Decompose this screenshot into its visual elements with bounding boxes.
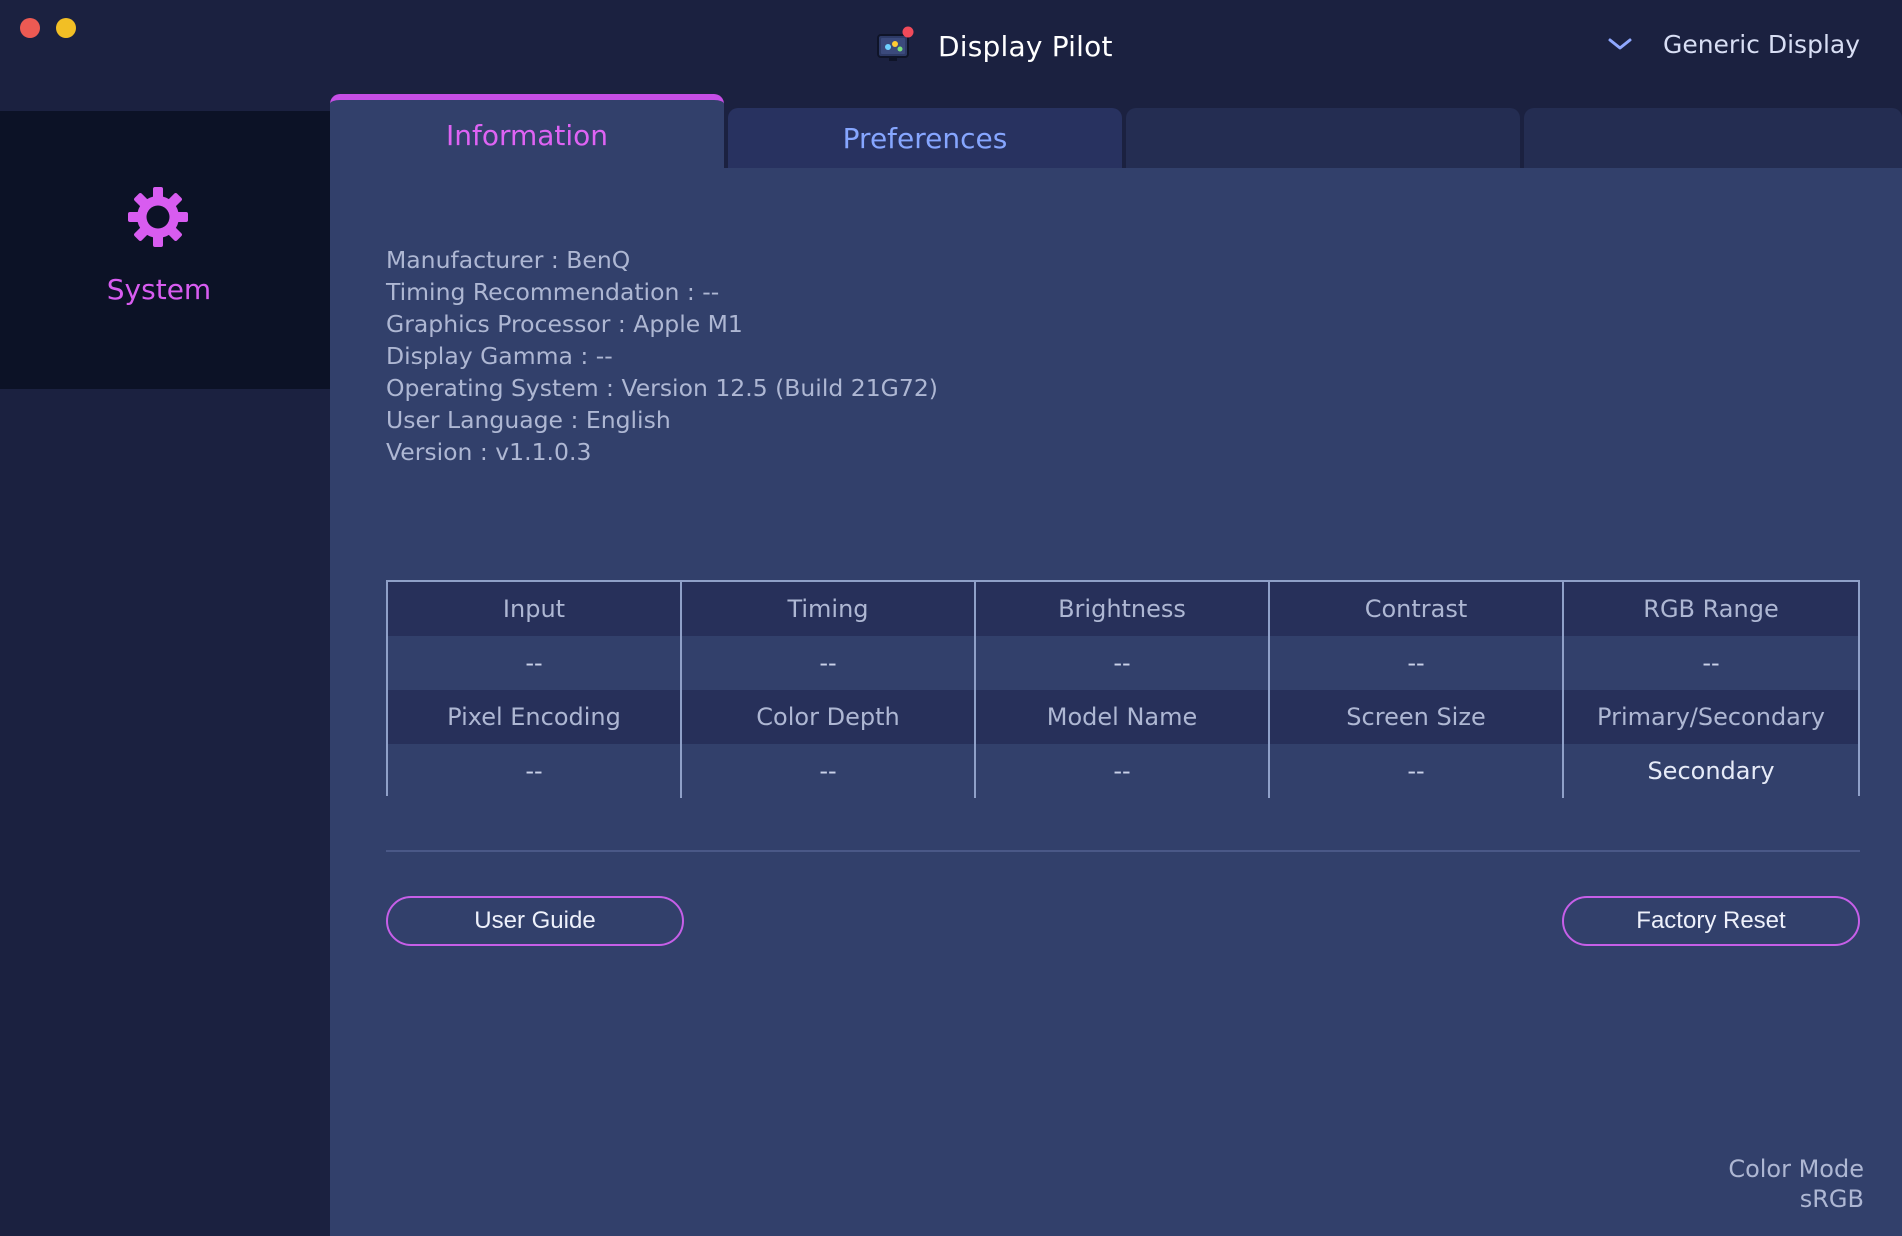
tab-empty-1 xyxy=(1126,108,1520,168)
table-header-color-depth: Color Depth xyxy=(682,690,976,744)
table-value-color-depth: -- xyxy=(682,744,976,798)
info-operating-system: Operating System : Version 12.5 (Build 2… xyxy=(386,374,938,402)
color-mode-label: Color Mode xyxy=(1728,1155,1864,1183)
table-header-contrast: Contrast xyxy=(1270,582,1564,636)
info-manufacturer: Manufacturer : BenQ xyxy=(386,246,631,274)
user-guide-button[interactable]: User Guide xyxy=(386,896,684,946)
table-header-pixel-encoding: Pixel Encoding xyxy=(388,690,682,744)
table-value-brightness: -- xyxy=(976,636,1270,690)
table-header-input: Input xyxy=(388,582,682,636)
section-divider xyxy=(386,850,1860,852)
tab-empty-2 xyxy=(1524,108,1902,168)
tab-information[interactable]: Information xyxy=(330,94,724,168)
table-value-model-name: -- xyxy=(976,744,1270,798)
table-value-input: -- xyxy=(388,636,682,690)
table-header-screen-size: Screen Size xyxy=(1270,690,1564,744)
chevron-down-icon xyxy=(1608,38,1632,50)
table-value-screen-size: -- xyxy=(1270,744,1564,798)
app-title: Display Pilot xyxy=(938,29,1113,63)
app-title-group: Display Pilot xyxy=(876,24,1113,68)
tab-bar: Information Preferences xyxy=(330,94,1902,168)
display-status-table: Input Timing Brightness Contrast RGB Ran… xyxy=(386,580,1860,798)
tab-label: Preferences xyxy=(842,121,1008,155)
table-value-pixel-encoding: -- xyxy=(388,744,682,798)
sidebar-item-system[interactable]: System xyxy=(0,111,330,389)
factory-reset-button[interactable]: Factory Reset xyxy=(1562,896,1860,946)
info-timing-recommendation: Timing Recommendation : -- xyxy=(386,278,720,306)
table-header-primary-secondary: Primary/Secondary xyxy=(1564,690,1858,744)
sidebar-item-label: System xyxy=(106,273,212,306)
display-selector[interactable]: Generic Display xyxy=(1607,22,1860,66)
system-info-list: Manufacturer : BenQ Timing Recommendatio… xyxy=(386,244,938,468)
info-graphics-processor: Graphics Processor : Apple M1 xyxy=(386,310,743,338)
window-minimize-button[interactable] xyxy=(56,18,76,38)
table-value-timing: -- xyxy=(682,636,976,690)
table-header-model-name: Model Name xyxy=(976,690,1270,744)
table-header-brightness: Brightness xyxy=(976,582,1270,636)
color-mode-status: Color Mode sRGB xyxy=(1728,1154,1864,1214)
table-header-rgb-range: RGB Range xyxy=(1564,582,1858,636)
info-version: Version : v1.1.0.3 xyxy=(386,438,592,466)
title-bar: Display Pilot Generic Display xyxy=(0,0,1902,94)
display-selector-label: Generic Display xyxy=(1662,29,1860,59)
color-mode-value: sRGB xyxy=(1799,1185,1864,1213)
table-header-timing: Timing xyxy=(682,582,976,636)
tab-label: Information xyxy=(445,118,609,152)
tab-preferences[interactable]: Preferences xyxy=(728,108,1122,168)
display-pilot-logo-icon xyxy=(877,26,914,61)
table-value-rgb-range: -- xyxy=(1564,636,1858,690)
info-user-language: User Language : English xyxy=(386,406,671,434)
table-value-primary-secondary: Secondary xyxy=(1564,744,1858,798)
window-close-button[interactable] xyxy=(20,18,40,38)
information-panel: Manufacturer : BenQ Timing Recommendatio… xyxy=(330,168,1902,1236)
gear-icon xyxy=(128,187,188,247)
info-display-gamma: Display Gamma : -- xyxy=(386,342,613,370)
sidebar: System xyxy=(0,94,330,1236)
table-value-contrast: -- xyxy=(1270,636,1564,690)
